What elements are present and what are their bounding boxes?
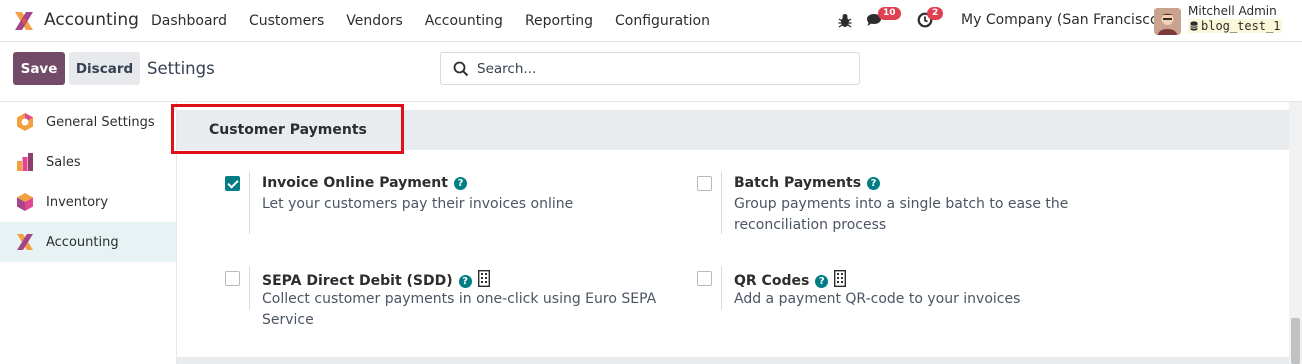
menu-reporting[interactable]: Reporting <box>514 13 604 29</box>
qr-codes-checkbox[interactable] <box>697 271 712 286</box>
database-icon <box>1190 21 1198 31</box>
main-menu: Dashboard Customers Vendors Accounting R… <box>140 0 721 42</box>
user-name[interactable]: Mitchell Admin <box>1188 4 1277 18</box>
setting-description: Collect customer payments in one-click u… <box>262 291 657 328</box>
settings-sidebar: General Settings Sales Inventory Account… <box>0 102 177 364</box>
setting-description: Let your customers pay their invoices on… <box>262 196 574 212</box>
database-label: blog_test_1 <box>1201 19 1281 33</box>
general-settings-icon <box>17 113 33 131</box>
accounting-app-icon[interactable] <box>12 9 36 33</box>
invoice-online-payment-checkbox[interactable] <box>225 176 240 191</box>
help-icon[interactable]: ? <box>867 177 881 190</box>
sales-icon <box>17 153 33 171</box>
setting-title: QR Codes? <box>734 270 847 289</box>
setting-title: Invoice Online Payment? <box>262 175 467 191</box>
sidebar-item-label: Accounting <box>46 234 119 250</box>
search-icon <box>453 61 469 76</box>
setting-title: SEPA Direct Debit (SDD)? <box>262 270 490 289</box>
help-icon[interactable]: ? <box>458 275 472 288</box>
inventory-icon <box>17 193 33 211</box>
top-navbar: Accounting Dashboard Customers Vendors A… <box>0 0 1302 42</box>
search-bar[interactable] <box>440 52 860 85</box>
company-switcher[interactable]: My Company (San Francisco) <box>961 12 1164 28</box>
sidebar-item-label: Sales <box>46 154 81 170</box>
vertical-scrollbar[interactable] <box>1289 102 1302 364</box>
setting-divider <box>721 172 722 234</box>
user-avatar-image <box>1154 8 1181 35</box>
scrollbar-thumb[interactable] <box>1291 318 1300 364</box>
messages-count-badge: 10 <box>878 7 901 20</box>
accounting-icon <box>17 234 33 250</box>
help-icon[interactable]: ? <box>815 275 829 288</box>
setting-divider <box>249 266 250 310</box>
setting-title-text: SEPA Direct Debit (SDD) <box>262 273 453 289</box>
avatar[interactable] <box>1154 8 1181 35</box>
discard-button[interactable]: Discard <box>69 52 140 85</box>
sidebar-item-inventory[interactable]: Inventory <box>0 182 176 222</box>
activities-button[interactable]: 2 <box>917 7 944 32</box>
sidebar-item-label: General Settings <box>46 114 155 130</box>
search-input[interactable] <box>477 60 857 77</box>
sepa-direct-debit-checkbox[interactable] <box>225 271 240 286</box>
breadcrumb: Settings <box>147 59 215 78</box>
building-icon <box>477 270 490 287</box>
sidebar-item-sales[interactable]: Sales <box>0 142 176 182</box>
menu-accounting[interactable]: Accounting <box>414 13 514 29</box>
sidebar-item-label: Inventory <box>46 194 109 210</box>
setting-title: Batch Payments? <box>734 175 881 191</box>
save-button[interactable]: Save <box>13 52 65 85</box>
setting-title-text: Batch Payments <box>734 175 862 191</box>
building-icon <box>834 270 847 287</box>
bug-icon[interactable] <box>838 13 852 28</box>
messages-button[interactable]: 10 <box>866 7 901 32</box>
sidebar-item-accounting[interactable]: Accounting <box>0 222 176 262</box>
menu-vendors[interactable]: Vendors <box>335 13 413 29</box>
control-panel: Save Discard Settings <box>0 42 1302 102</box>
setting-divider <box>249 172 250 234</box>
menu-customers[interactable]: Customers <box>238 13 335 29</box>
help-icon[interactable]: ? <box>453 177 467 190</box>
activities-count-badge: 2 <box>927 7 944 20</box>
setting-title-text: QR Codes <box>734 273 810 289</box>
app-title[interactable]: Accounting <box>44 10 139 30</box>
sidebar-item-general-settings[interactable]: General Settings <box>0 102 176 142</box>
highlight-box <box>171 104 404 154</box>
setting-description: Group payments into a single batch to ea… <box>734 196 1069 233</box>
next-section-header <box>177 357 1289 364</box>
setting-description: Add a payment QR-code to your invoices <box>734 291 1021 307</box>
batch-payments-checkbox[interactable] <box>697 176 712 191</box>
menu-configuration[interactable]: Configuration <box>604 13 721 29</box>
database-name: blog_test_1 <box>1188 19 1283 33</box>
menu-dashboard[interactable]: Dashboard <box>140 13 238 29</box>
settings-content: Customer Payments Invoice Online Payment… <box>171 102 1289 364</box>
setting-divider <box>721 266 722 310</box>
setting-title-text: Invoice Online Payment <box>262 175 448 191</box>
